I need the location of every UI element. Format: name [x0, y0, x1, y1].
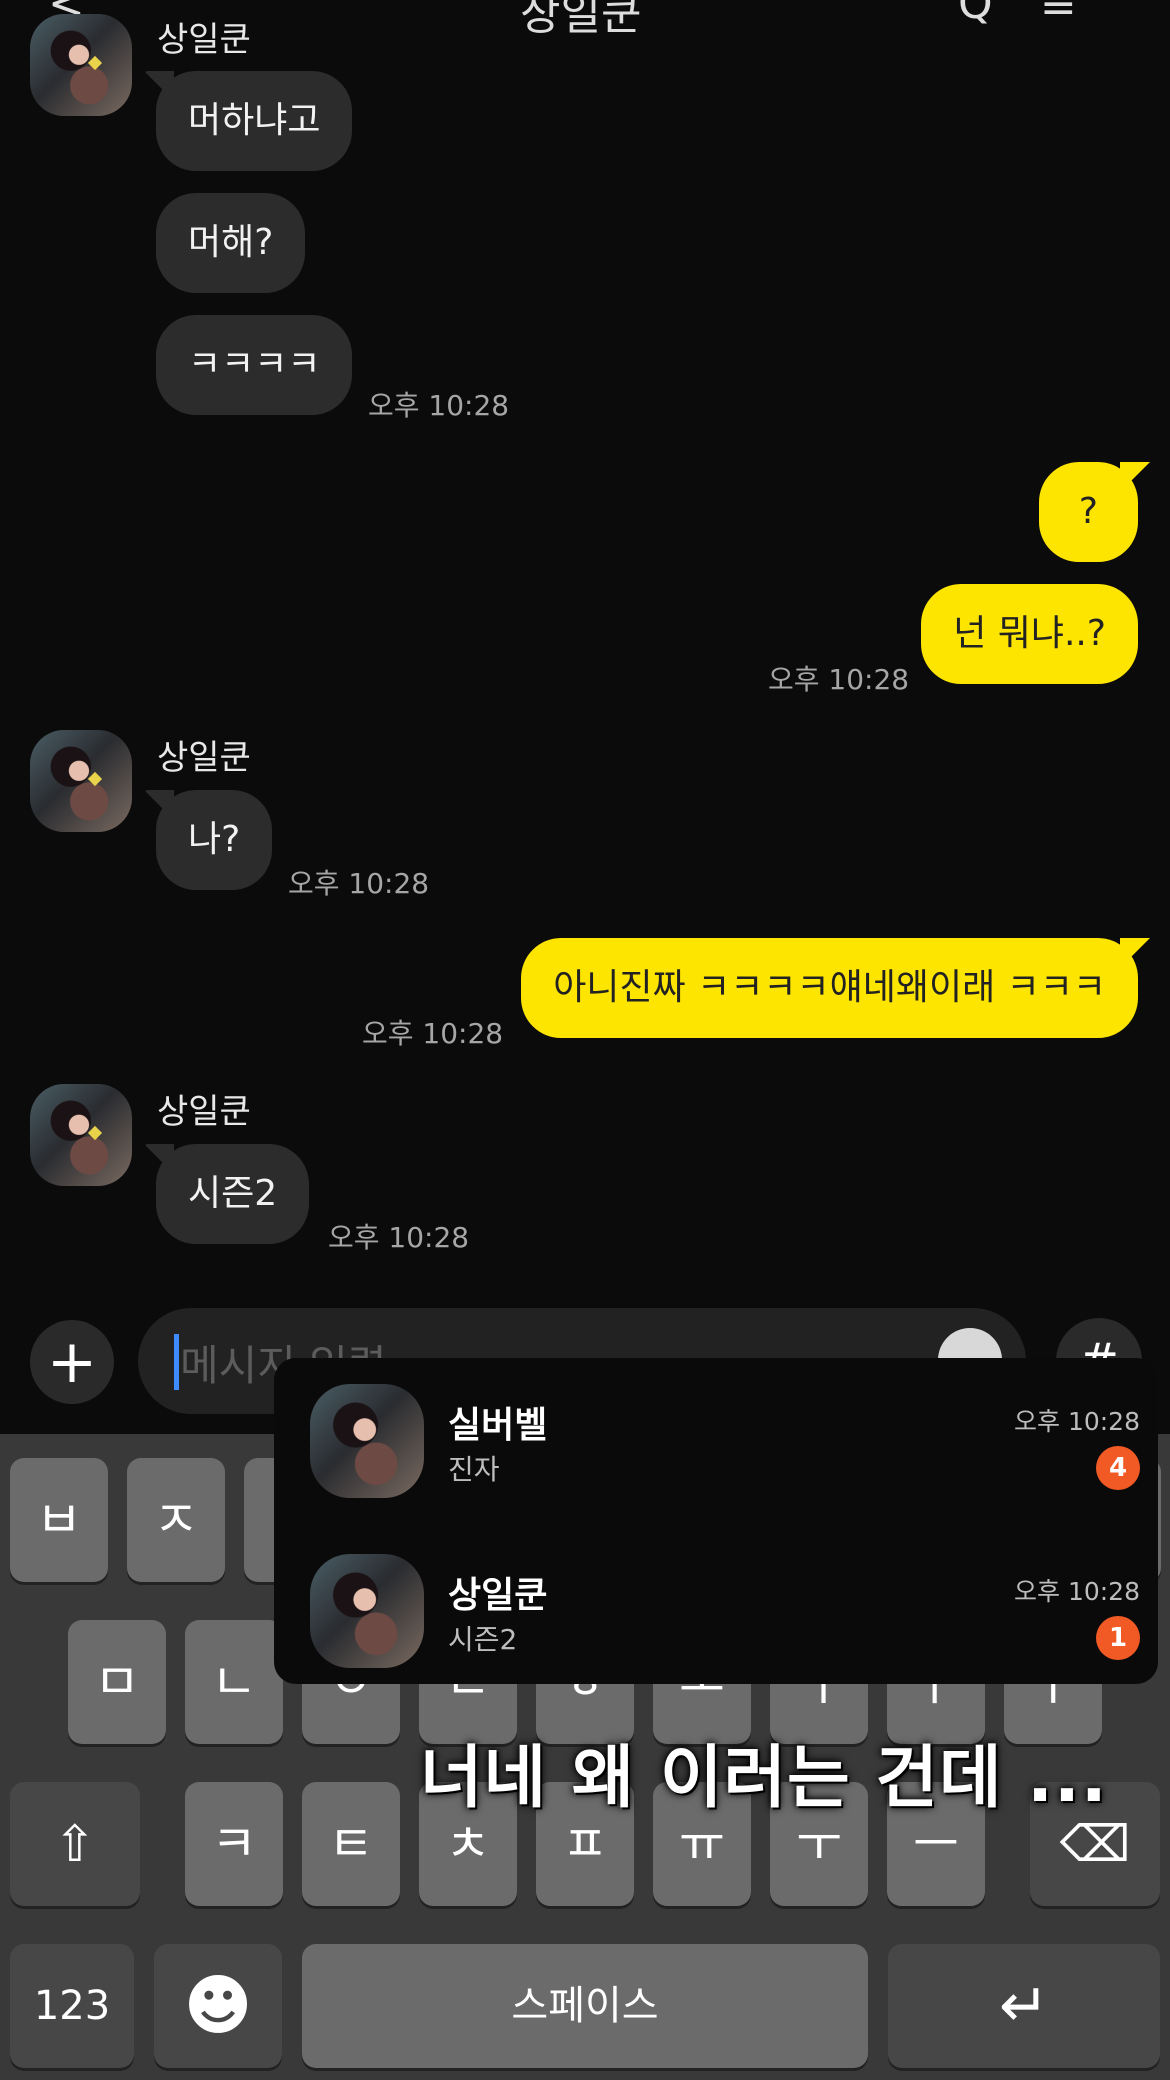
sender-name: 상일쿤	[157, 738, 251, 778]
key-2[interactable]: ㅌ	[302, 1782, 400, 1906]
key-1[interactable]: ㅂ	[10, 1458, 108, 1582]
message-bubble[interactable]: ㅋㅋㅋㅋ	[156, 315, 353, 415]
key-2[interactable]: ㄴ	[185, 1620, 283, 1744]
notification-popup[interactable]: 실버벨 진자 오후 10:28 4 상일쿤 시즌2 오후 10:28 1	[274, 1358, 1158, 1684]
key-1[interactable]: ㅁ	[68, 1620, 166, 1744]
sparkle-icon	[87, 771, 103, 787]
message-text: ?	[1078, 491, 1098, 532]
video-caption: 너네 왜 이러는 건데 ...	[420, 1739, 1108, 1818]
sender-name: 상일쿤	[157, 20, 251, 60]
search-icon[interactable]: Q	[958, 0, 993, 29]
numbers-key[interactable]: 123	[10, 1944, 134, 2068]
message-time: 오후 10:28	[288, 867, 430, 900]
message-text: 머해?	[188, 222, 274, 263]
shift-key[interactable]: ⇧	[10, 1782, 140, 1906]
unread-badge: 1	[1096, 1616, 1140, 1660]
message-bubble[interactable]: 머해?	[156, 193, 306, 293]
enter-key[interactable]: ↵	[888, 1944, 1160, 2068]
chat-title: 상일쿤	[520, 0, 642, 40]
message-text: 시즌2	[188, 1173, 278, 1214]
message-text: 나?	[188, 819, 241, 860]
notification-time: 오후 10:28	[1014, 1577, 1140, 1606]
message-time: 오후 10:28	[768, 663, 910, 696]
message-bubble[interactable]: 나?	[156, 790, 273, 890]
sparkle-icon	[87, 55, 103, 71]
space-key[interactable]: 스페이스	[302, 1944, 868, 2068]
message-time: 오후 10:28	[328, 1221, 470, 1254]
unread-badge: 4	[1096, 1446, 1140, 1490]
notification-time: 오후 10:28	[1014, 1407, 1140, 1436]
plus-icon: +	[46, 1327, 98, 1397]
message-time: 오후 10:28	[368, 389, 510, 422]
notification-avatar	[310, 1384, 424, 1498]
avatar[interactable]	[30, 14, 132, 116]
message-time: 오후 10:28	[362, 1017, 504, 1050]
text-cursor	[174, 1334, 179, 1390]
notification-preview: 시즌2	[448, 1623, 518, 1656]
menu-icon[interactable]: ≡	[1040, 0, 1077, 29]
sparkle-icon	[87, 1125, 103, 1141]
sender-name: 상일쿤	[157, 1092, 251, 1132]
message-text: ㅋㅋㅋㅋ	[188, 344, 321, 385]
message-bubble[interactable]: 넌 뭐냐..?	[921, 584, 1138, 684]
avatar[interactable]	[30, 730, 132, 832]
message-text: 아니진짜 ㅋㅋㅋㅋ얘네왜이래 ㅋㅋㅋ	[553, 967, 1106, 1008]
message-bubble[interactable]: 시즌2	[156, 1144, 310, 1244]
attach-button[interactable]: +	[30, 1320, 114, 1404]
message-text: 머하냐고	[188, 100, 321, 141]
message-bubble[interactable]: ?	[1038, 462, 1138, 562]
notification-name: 상일쿤	[448, 1575, 548, 1616]
key-1[interactable]: ㅋ	[185, 1782, 283, 1906]
notification-avatar	[310, 1554, 424, 1668]
emoji-key[interactable]: ☻	[154, 1944, 282, 2068]
notification-name: 실버벨	[448, 1405, 548, 1446]
key-2[interactable]: ㅈ	[127, 1458, 225, 1582]
notification-preview: 진자	[448, 1453, 500, 1486]
message-bubble[interactable]: 아니진짜 ㅋㅋㅋㅋ얘네왜이래 ㅋㅋㅋ	[521, 938, 1138, 1038]
avatar[interactable]	[30, 1084, 132, 1186]
message-bubble[interactable]: 머하냐고	[156, 71, 353, 171]
message-text: 넌 뭐냐..?	[953, 613, 1106, 654]
